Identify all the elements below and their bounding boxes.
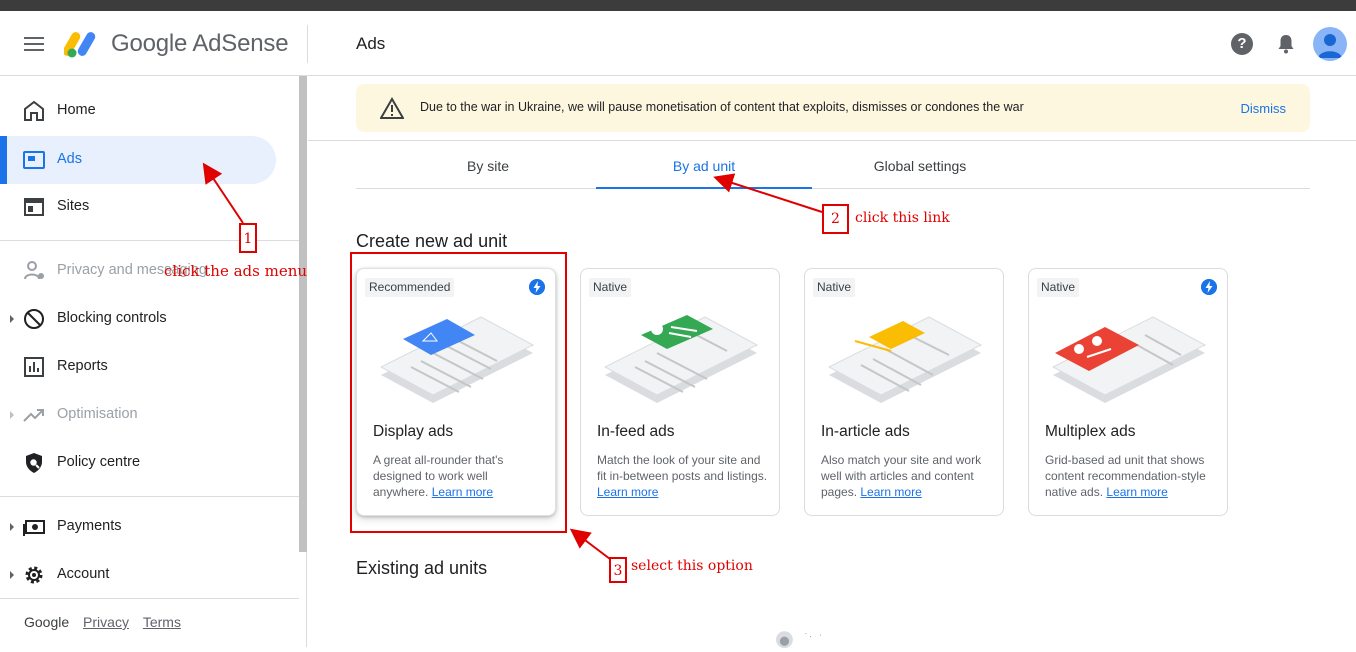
reports-icon xyxy=(24,357,44,377)
active-tab-indicator xyxy=(596,187,812,189)
card-description: Match the look of your site and fit in-b… xyxy=(597,452,769,500)
annotation-text-2: click this link xyxy=(855,210,950,226)
existing-section-title: Existing ad units xyxy=(356,558,488,578)
trending-icon xyxy=(23,409,44,422)
sidebar-item-label: Home xyxy=(57,102,96,118)
policy-icon xyxy=(26,453,42,473)
in-feed-ads-card[interactable]: Native In-feed ads Match the look of you… xyxy=(580,268,780,516)
tab-global-settings[interactable]: Global settings xyxy=(812,158,1028,174)
sidebar-item-label: Optimisation xyxy=(57,406,138,422)
annotation-text-1: click the ads menu xyxy=(164,262,308,280)
annotation-highlight-box xyxy=(350,252,567,533)
sidebar-item-label: Blocking controls xyxy=(57,310,167,326)
create-section-title: Create new ad unit xyxy=(356,231,508,251)
loading-illustration-icon xyxy=(776,631,822,649)
annotation-step-3: 3 xyxy=(609,557,627,583)
sidebar-item-sites[interactable]: Sites xyxy=(0,183,276,231)
help-icon[interactable]: ? xyxy=(1231,33,1253,55)
sidebar-item-label: Sites xyxy=(57,198,90,214)
sidebar-item-label: Payments xyxy=(57,518,122,534)
native-chip: Native xyxy=(589,278,632,297)
multiplex-ads-illustration xyxy=(1051,316,1207,403)
terms-link[interactable]: Terms xyxy=(143,614,181,630)
footer-google: Google xyxy=(24,614,70,630)
banner-text: Due to the war in Ukraine, we will pause… xyxy=(420,100,1024,114)
tab-by-site[interactable]: By site xyxy=(380,158,596,174)
sidebar-divider xyxy=(0,598,299,599)
warning-icon xyxy=(380,97,404,119)
sidebar-item-blocking-controls[interactable]: Blocking controls xyxy=(0,295,276,343)
annotation-step-2: 2 xyxy=(822,204,849,234)
payments-icon xyxy=(23,520,45,536)
hamburger-menu-icon[interactable] xyxy=(22,33,46,53)
home-icon xyxy=(24,100,44,121)
browser-top-strip xyxy=(0,0,1356,11)
sidebar-item-account[interactable]: Account xyxy=(0,551,276,599)
sidebar-item-payments[interactable]: Payments xyxy=(0,503,276,551)
main-divider xyxy=(308,140,1356,141)
sidebar-divider xyxy=(0,496,299,497)
learn-more-link[interactable]: Learn more xyxy=(1106,485,1167,499)
expand-caret-icon xyxy=(10,523,14,531)
native-chip: Native xyxy=(1037,278,1080,297)
card-title: In-feed ads xyxy=(597,423,675,440)
privacy-link[interactable]: Privacy xyxy=(83,614,129,630)
native-chip: Native xyxy=(813,278,856,297)
sidebar-item-optimisation[interactable]: Optimisation xyxy=(0,391,276,439)
expand-caret-icon xyxy=(10,315,14,323)
war-notice-banner: Due to the war in Ukraine, we will pause… xyxy=(356,84,1310,132)
card-description: Also match your site and work well with … xyxy=(821,452,993,500)
sidebar-scrollbar[interactable] xyxy=(299,76,307,552)
sidebar-item-home[interactable]: Home xyxy=(0,87,276,135)
annotation-text-3: select this option xyxy=(631,558,753,574)
gear-icon xyxy=(25,566,43,584)
dismiss-button[interactable]: Dismiss xyxy=(1241,101,1287,116)
block-icon xyxy=(24,309,44,329)
card-desc-text: Match the look of your site and fit in-b… xyxy=(597,453,768,483)
sidebar: Home Ads Sites Privacy and messaging Blo… xyxy=(0,76,307,647)
adsense-logo-icon xyxy=(64,32,96,58)
sidebar-item-reports[interactable]: Reports xyxy=(0,343,276,391)
sidebar-item-label: Reports xyxy=(57,358,108,374)
card-title: In-article ads xyxy=(821,423,910,440)
sidebar-item-policy-centre[interactable]: Policy centre xyxy=(0,439,276,487)
annotation-step-1: 1 xyxy=(239,223,257,253)
in-article-ads-card[interactable]: Native In-article ads Also match your si… xyxy=(804,268,1004,516)
arrow-3 xyxy=(569,528,611,560)
expand-caret-icon xyxy=(10,411,14,419)
bolt-icon xyxy=(1201,279,1217,295)
ads-tabs: By site By ad unit Global settings xyxy=(356,144,1310,189)
bell-icon[interactable] xyxy=(1276,33,1296,55)
avatar[interactable] xyxy=(1313,27,1347,61)
card-description: Grid-based ad unit that shows content re… xyxy=(1045,452,1217,500)
privacy-icon xyxy=(24,261,44,280)
page-title: Ads xyxy=(356,34,386,53)
header-divider xyxy=(307,25,308,63)
in-feed-ads-illustration xyxy=(603,315,759,403)
expand-caret-icon xyxy=(10,571,14,579)
sidebar-item-label: Policy centre xyxy=(57,454,141,470)
sidebar-item-label: Account xyxy=(57,566,110,582)
app-header: Google AdSense Ads ? xyxy=(0,11,1356,76)
tab-by-ad-unit[interactable]: By ad unit xyxy=(596,158,812,174)
sidebar-item-label: Ads xyxy=(57,151,82,167)
brand-name: Google AdSense xyxy=(111,30,289,57)
learn-more-link[interactable]: Learn more xyxy=(597,485,658,499)
sidebar-item-ads[interactable]: Ads xyxy=(0,136,276,184)
learn-more-link[interactable]: Learn more xyxy=(860,485,921,499)
multiplex-ads-card[interactable]: Native Multiplex ads Grid-based ad unit … xyxy=(1028,268,1228,516)
sites-icon xyxy=(24,198,44,216)
card-title: Multiplex ads xyxy=(1045,423,1136,440)
in-article-ads-illustration xyxy=(827,316,983,403)
ads-icon xyxy=(23,151,45,169)
sidebar-footer: Google Privacy Terms xyxy=(24,614,181,630)
